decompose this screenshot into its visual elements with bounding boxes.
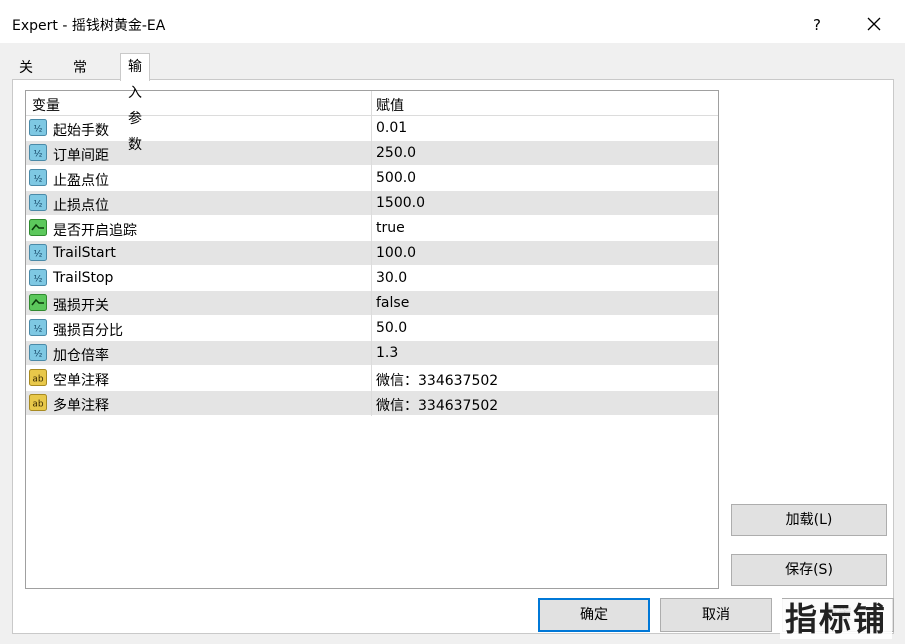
svg-text:½: ½ [34, 275, 43, 285]
column-divider-line [371, 291, 372, 316]
parameter-name: 是否开启追踪 [53, 223, 137, 239]
window-title: Expert - 摇钱树黄金-EA [12, 18, 166, 34]
parameter-value[interactable]: 30.0 [376, 270, 407, 286]
parameter-name: 止损点位 [53, 198, 109, 214]
parameter-name: 起始手数 [53, 123, 109, 139]
parameter-value[interactable]: 50.0 [376, 320, 407, 336]
parameter-name: TrailStart [53, 245, 116, 261]
close-button[interactable] [858, 13, 890, 37]
numeric-icon: ½ [29, 144, 47, 161]
save-button[interactable]: 保存(S) [731, 554, 887, 586]
svg-text:½: ½ [34, 250, 43, 260]
parameter-value[interactable]: 微信：334637502 [376, 370, 498, 390]
parameter-row[interactable]: 是否开启追踪 true [26, 216, 718, 241]
parameter-value[interactable]: 微信：334637502 [376, 395, 498, 415]
parameter-value[interactable]: 250.0 [376, 145, 416, 161]
help-button[interactable]: ? [802, 13, 832, 37]
cancel-button[interactable]: 取消 [660, 598, 772, 632]
svg-text:ab: ab [32, 375, 44, 385]
svg-text:½: ½ [34, 325, 43, 335]
parameter-name: 多单注释 [53, 398, 109, 414]
parameter-row[interactable]: ab 空单注释 微信：334637502 [26, 366, 718, 391]
column-divider-line [371, 216, 372, 241]
column-header-value[interactable]: 赋值 [376, 95, 404, 115]
column-divider[interactable] [371, 91, 372, 115]
svg-text:½: ½ [34, 125, 43, 135]
parameter-row[interactable]: ½ TrailStart 100.0 [26, 241, 718, 266]
parameter-name: TrailStop [53, 270, 114, 286]
column-divider-line [371, 391, 372, 416]
column-divider-line [371, 366, 372, 391]
tab-about[interactable]: 关于 [12, 57, 40, 98]
numeric-icon: ½ [29, 119, 47, 136]
svg-text:½: ½ [34, 150, 43, 160]
parameter-value[interactable]: 0.01 [376, 120, 407, 136]
column-divider-line [371, 141, 372, 166]
tab-inputs[interactable]: 输入参数 [120, 53, 150, 153]
svg-text:½: ½ [34, 175, 43, 185]
title-bar: Expert - 摇钱树黄金-EA ? [0, 5, 905, 43]
svg-text:½: ½ [34, 350, 43, 360]
parameter-value[interactable]: 500.0 [376, 170, 416, 186]
parameter-name: 强损百分比 [53, 323, 123, 339]
parameters-grid: 变量 赋值 ½ 起始手数 0.01 ½ 订单间距 250.0 ½ 止盈点位 500.0 ½ 止损点位… [25, 90, 719, 589]
load-button[interactable]: 加载(L) [731, 504, 887, 536]
dialog-body: 关于 常用 输入参数 变量 赋值 ½ 起始手数 0.01 ½ 订单间距 250.0 ½ 止盈点… [0, 43, 905, 644]
parameter-row[interactable]: ½ 加仓倍率 1.3 [26, 341, 718, 366]
boolean-icon [29, 219, 47, 236]
parameter-value[interactable]: true [376, 220, 405, 236]
parameter-name: 订单间距 [53, 148, 109, 164]
column-divider-line [371, 316, 372, 341]
parameter-value[interactable]: 100.0 [376, 245, 416, 261]
svg-text:½: ½ [34, 200, 43, 210]
inputs-panel: 变量 赋值 ½ 起始手数 0.01 ½ 订单间距 250.0 ½ 止盈点位 500.0 ½ 止损点位… [12, 79, 894, 634]
parameter-name: 强损开关 [53, 298, 109, 314]
ok-button[interactable]: 确定 [538, 598, 650, 632]
numeric-icon: ½ [29, 319, 47, 336]
parameter-value[interactable]: 1500.0 [376, 195, 425, 211]
numeric-icon: ½ [29, 269, 47, 286]
column-divider-line [371, 166, 372, 191]
parameter-row[interactable]: ½ 强损百分比 50.0 [26, 316, 718, 341]
tab-common[interactable]: 常用 [66, 57, 94, 98]
parameter-name: 加仓倍率 [53, 348, 109, 364]
close-icon [867, 17, 881, 31]
svg-text:ab: ab [32, 400, 44, 410]
parameter-row[interactable]: ab 多单注释 微信：334637502 [26, 391, 718, 416]
boolean-icon [29, 294, 47, 311]
string-icon: ab [29, 369, 47, 386]
numeric-icon: ½ [29, 169, 47, 186]
parameter-value[interactable]: false [376, 295, 409, 311]
parameter-row[interactable]: 强损开关 false [26, 291, 718, 316]
column-divider-line [371, 241, 372, 266]
column-divider-line [371, 116, 372, 141]
string-icon: ab [29, 394, 47, 411]
parameter-value[interactable]: 1.3 [376, 345, 398, 361]
numeric-icon: ½ [29, 194, 47, 211]
column-divider-line [371, 191, 372, 216]
parameter-name: 空单注释 [53, 373, 109, 389]
column-divider-line [371, 266, 372, 291]
parameter-name: 止盈点位 [53, 173, 109, 189]
watermark-logo: 指标铺 [780, 599, 892, 639]
numeric-icon: ½ [29, 244, 47, 261]
parameter-row[interactable]: ½ 止损点位 1500.0 [26, 191, 718, 216]
parameter-row[interactable]: ½ TrailStop 30.0 [26, 266, 718, 291]
column-header-variable[interactable]: 变量 [32, 95, 60, 115]
column-divider-line [371, 341, 372, 366]
grid-rows: ½ 起始手数 0.01 ½ 订单间距 250.0 ½ 止盈点位 500.0 ½ 止损点位 1500.0… [26, 116, 718, 416]
numeric-icon: ½ [29, 344, 47, 361]
parameter-row[interactable]: ½ 止盈点位 500.0 [26, 166, 718, 191]
